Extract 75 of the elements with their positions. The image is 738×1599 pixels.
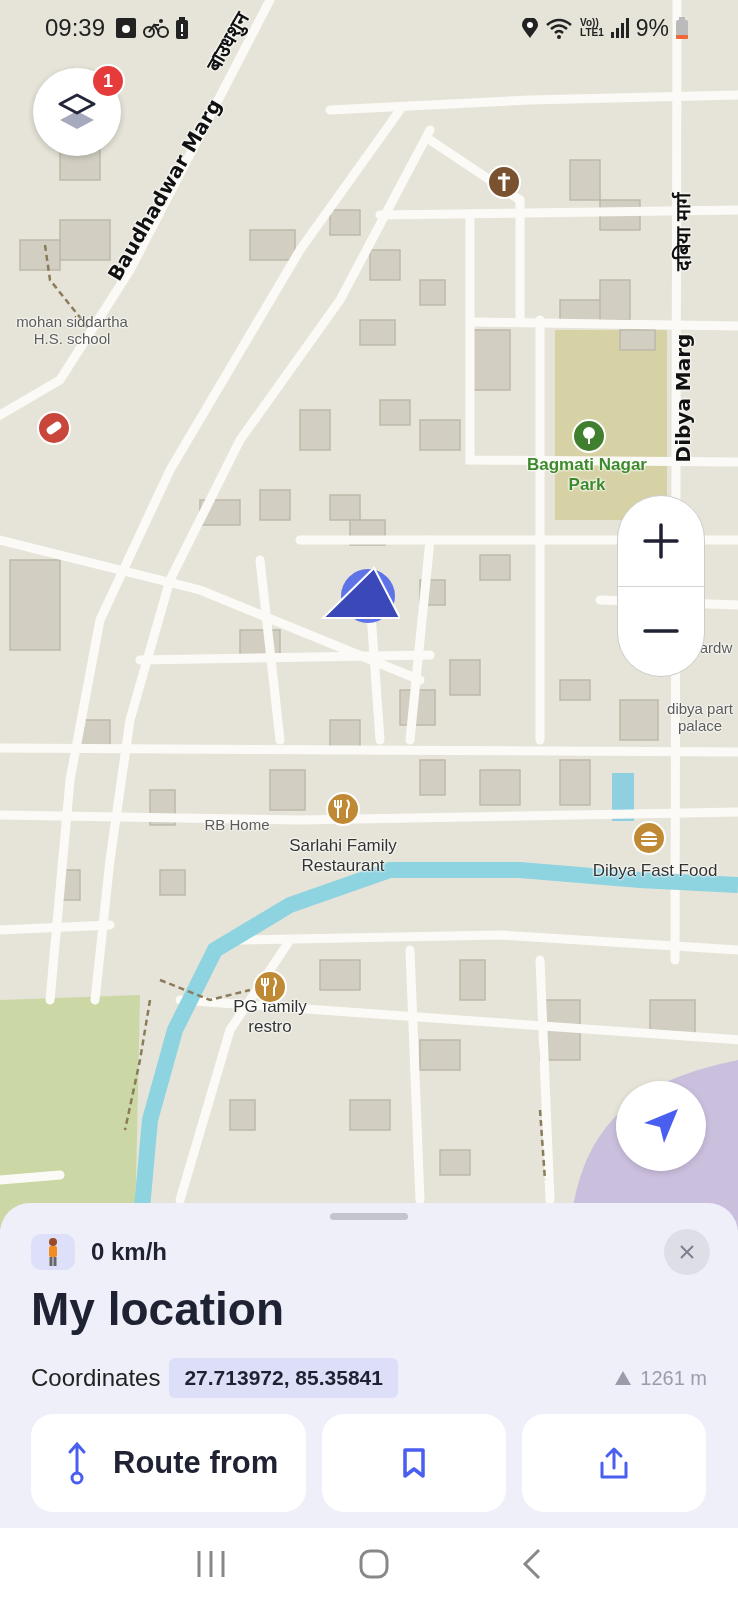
map-label: Dibya Fast Food	[592, 861, 718, 881]
building	[619, 329, 656, 351]
fork-knife-icon[interactable]	[326, 792, 360, 826]
route-from-button[interactable]: Route from	[31, 1414, 306, 1512]
building	[419, 1039, 461, 1071]
building	[439, 1149, 471, 1176]
bicycle-icon	[143, 18, 170, 38]
building	[249, 229, 296, 261]
battery-alert-icon	[176, 17, 189, 39]
building	[259, 489, 291, 521]
tree-icon[interactable]	[572, 419, 606, 453]
location-arrow-icon	[320, 566, 400, 626]
plus-icon	[643, 522, 679, 559]
building	[449, 659, 481, 696]
recent-apps-icon[interactable]	[196, 1550, 227, 1577]
map-label: PG family restro	[232, 997, 308, 1037]
place-title: My location	[31, 1282, 286, 1336]
building	[619, 699, 659, 741]
navigation-arrow-icon	[642, 1107, 680, 1145]
elevation-icon	[615, 1371, 632, 1385]
speed-text: 0 km/h	[91, 1238, 168, 1266]
building	[419, 759, 446, 796]
building	[479, 769, 521, 806]
close-icon	[679, 1244, 695, 1260]
signal-icon	[610, 18, 629, 38]
wifi-icon	[545, 17, 574, 39]
minus-icon	[643, 628, 679, 635]
map-label: Sarlahi Family Restaurant	[288, 836, 398, 876]
home-icon[interactable]	[359, 1548, 389, 1579]
close-button[interactable]	[664, 1229, 710, 1275]
building	[19, 239, 61, 271]
building	[419, 419, 461, 451]
building	[419, 279, 446, 306]
coordinates-label: Coordinates	[31, 1364, 161, 1392]
building	[369, 249, 401, 281]
building	[349, 1099, 391, 1131]
coordinates-value[interactable]: 27.713972, 85.35841	[169, 1358, 398, 1398]
map-label: Dibya Marg	[671, 333, 695, 463]
building	[559, 759, 591, 806]
bookmark-icon	[402, 1447, 426, 1479]
map-label: दबिया मार्ग	[671, 192, 695, 272]
image-icon	[116, 18, 137, 38]
building	[459, 959, 486, 1001]
clock: 09:39	[45, 14, 106, 42]
building	[559, 679, 591, 701]
building	[479, 554, 511, 581]
back-icon[interactable]	[521, 1547, 542, 1580]
building	[359, 319, 396, 346]
building	[159, 869, 186, 896]
map-label: mohan siddartha H.S. school	[15, 312, 129, 348]
burger-icon[interactable]	[632, 821, 666, 855]
network-label: LTE1	[580, 28, 604, 38]
building	[229, 1099, 256, 1131]
drag-handle[interactable]	[330, 1213, 408, 1220]
battery-icon	[676, 17, 688, 39]
building	[319, 959, 361, 991]
building	[329, 494, 361, 521]
elevation-text: 1261 m	[640, 1366, 707, 1390]
share-button[interactable]	[522, 1414, 706, 1512]
building	[569, 159, 601, 201]
cross-icon[interactable]	[487, 165, 521, 199]
share-icon	[598, 1446, 630, 1480]
volte-label: Vo))	[580, 18, 600, 28]
map-label: Bagmati Nagar Park	[526, 455, 648, 495]
pill-icon[interactable]	[37, 411, 71, 445]
map-label: ardw	[699, 639, 733, 657]
building	[329, 209, 361, 236]
map-label: RB Home	[204, 816, 270, 834]
person-icon	[31, 1234, 75, 1270]
map-label: dibya part palace	[666, 699, 734, 735]
building	[269, 769, 306, 811]
building	[379, 399, 411, 426]
location-pin-icon	[522, 18, 539, 38]
building	[299, 409, 331, 451]
battery-percent: 9%	[635, 14, 669, 42]
